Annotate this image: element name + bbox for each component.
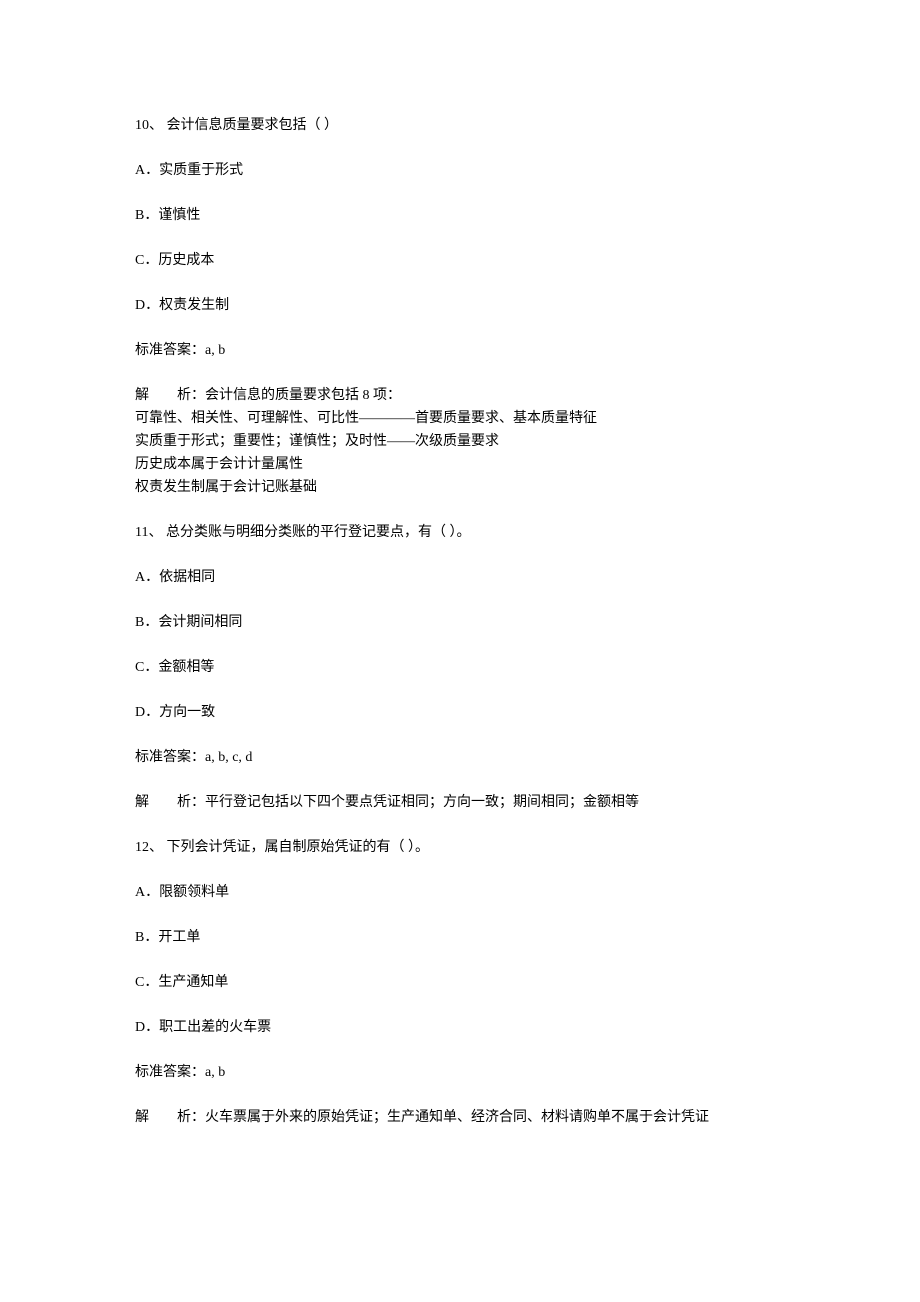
q12-option-d: D．职工出差的火车票 (135, 1017, 785, 1038)
q10-stem-text: 10、 会计信息质量要求包括（ ） (135, 118, 338, 133)
q11-option-b: B．会计期间相同 (135, 612, 785, 633)
q12-option-b: B．开工单 (135, 927, 785, 948)
q12-answer: 标准答案：a, b (135, 1062, 785, 1083)
q12-option-c: C．生产通知单 (135, 972, 785, 993)
q10-explain-line2: 实质重于形式；重要性；谨慎性；及时性——次级质量要求 (135, 431, 785, 452)
q12-explanation: 解 析：火车票属于外来的原始凭证；生产通知单、经济合同、材料请购单不属于会计凭证 (135, 1107, 785, 1128)
q10-explanation: 解 析：会计信息的质量要求包括 8 项： 可靠性、相关性、可理解性、可比性————… (135, 385, 785, 498)
q11-option-c: C．金额相等 (135, 657, 785, 678)
q11-stem-text: 11、 总分类账与明细分类账的平行登记要点，有（ ）。 (135, 525, 470, 540)
q12-explain-text: 析：火车票属于外来的原始凭证；生产通知单、经济合同、材料请购单不属于会计凭证 (177, 1110, 709, 1125)
q12-option-a: A．限额领料单 (135, 882, 785, 903)
q10-answer: 标准答案：a, b (135, 340, 785, 361)
q11-explain-label: 解 (135, 792, 149, 813)
q10-explain-line4: 权责发生制属于会计记账基础 (135, 477, 785, 498)
q11-explain-text: 析：平行登记包括以下四个要点凭证相同；方向一致；期间相同；金额相等 (177, 795, 639, 810)
q10-explain-line1: 可靠性、相关性、可理解性、可比性————首要质量要求、基本质量特征 (135, 408, 785, 429)
q11-option-a: A．依据相同 (135, 567, 785, 588)
q10-explain-first: 析：会计信息的质量要求包括 8 项： (177, 388, 401, 403)
q12-explain-label: 解 (135, 1107, 149, 1128)
question-10-stem: 10、 会计信息质量要求包括（ ） (135, 115, 785, 136)
question-12-stem: 12、 下列会计凭证，属自制原始凭证的有（ ）。 (135, 837, 785, 858)
q11-answer: 标准答案：a, b, c, d (135, 747, 785, 768)
q10-explain-line3: 历史成本属于会计计量属性 (135, 454, 785, 475)
q10-option-c: C．历史成本 (135, 250, 785, 271)
q10-option-d: D．权责发生制 (135, 295, 785, 316)
question-11-stem: 11、 总分类账与明细分类账的平行登记要点，有（ ）。 (135, 522, 785, 543)
document-page: 10、 会计信息质量要求包括（ ） A．实质重于形式 B．谨慎性 C．历史成本 … (0, 0, 920, 1232)
q11-option-d: D．方向一致 (135, 702, 785, 723)
q10-option-b: B．谨慎性 (135, 205, 785, 226)
q10-option-a: A．实质重于形式 (135, 160, 785, 181)
q11-explanation: 解 析：平行登记包括以下四个要点凭证相同；方向一致；期间相同；金额相等 (135, 792, 785, 813)
q10-explain-label: 解 (135, 385, 149, 406)
q12-stem-text: 12、 下列会计凭证，属自制原始凭证的有（ ）。 (135, 840, 429, 855)
